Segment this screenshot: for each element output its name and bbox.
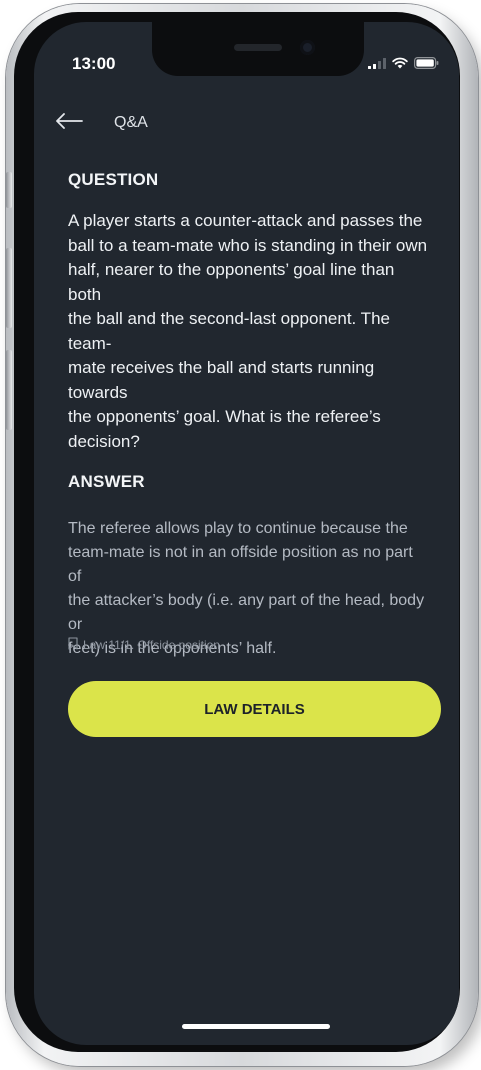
status-time: 13:00 (72, 54, 116, 73)
question-line: A player starts a counter-attack and pas… (68, 211, 423, 230)
question-line: the ball and the second-last opponent. T… (68, 309, 390, 353)
front-camera (300, 40, 315, 55)
arrow-left-icon (55, 112, 83, 134)
bookmark-icon (68, 637, 78, 653)
volume-up-button (6, 248, 12, 328)
silent-switch (6, 172, 12, 208)
question-line: ball to a team-mate who is standing in t… (68, 235, 428, 255)
question-line: the opponents’ goal. What is the referee… (68, 407, 381, 426)
app-screen: 13:00 Q&A QUESTION A player starts a cou… (34, 22, 459, 1045)
page-title: Q&A (114, 114, 148, 131)
speaker-grille (234, 44, 282, 51)
law-reference-link[interactable]: Law 11/1. Offside position (68, 637, 220, 653)
question-heading: QUESTION (68, 170, 159, 189)
question-text: A player starts a counter-attack and pas… (68, 209, 428, 454)
answer-line: The referee allows play to continue beca… (68, 520, 408, 537)
home-indicator[interactable] (182, 1024, 330, 1029)
question-line: mate receives the ball and starts runnin… (68, 358, 375, 402)
back-button[interactable] (54, 108, 84, 138)
status-icons (368, 56, 439, 74)
question-line: half, nearer to the opponents’ goal line… (68, 260, 395, 304)
answer-line: team-mate is not in an offside position … (68, 544, 413, 585)
notch (152, 22, 364, 76)
question-line: decision? (68, 431, 140, 451)
signal-icon (368, 56, 386, 74)
device-mockup: 13:00 Q&A QUESTION A player starts a cou… (0, 0, 481, 1070)
answer-heading: ANSWER (68, 472, 145, 491)
nav-bar: Q&A (54, 108, 148, 138)
law-details-button[interactable]: LAW DETAILS (68, 681, 441, 737)
volume-down-button (6, 350, 12, 430)
wifi-icon (392, 56, 408, 74)
battery-icon (414, 56, 439, 74)
answer-line: the attacker’s body (i.e. any part of th… (68, 592, 425, 633)
law-reference-text: Law 11/1. Offside position (83, 638, 220, 652)
qa-content: QUESTION A player starts a counter-attac… (68, 170, 428, 661)
